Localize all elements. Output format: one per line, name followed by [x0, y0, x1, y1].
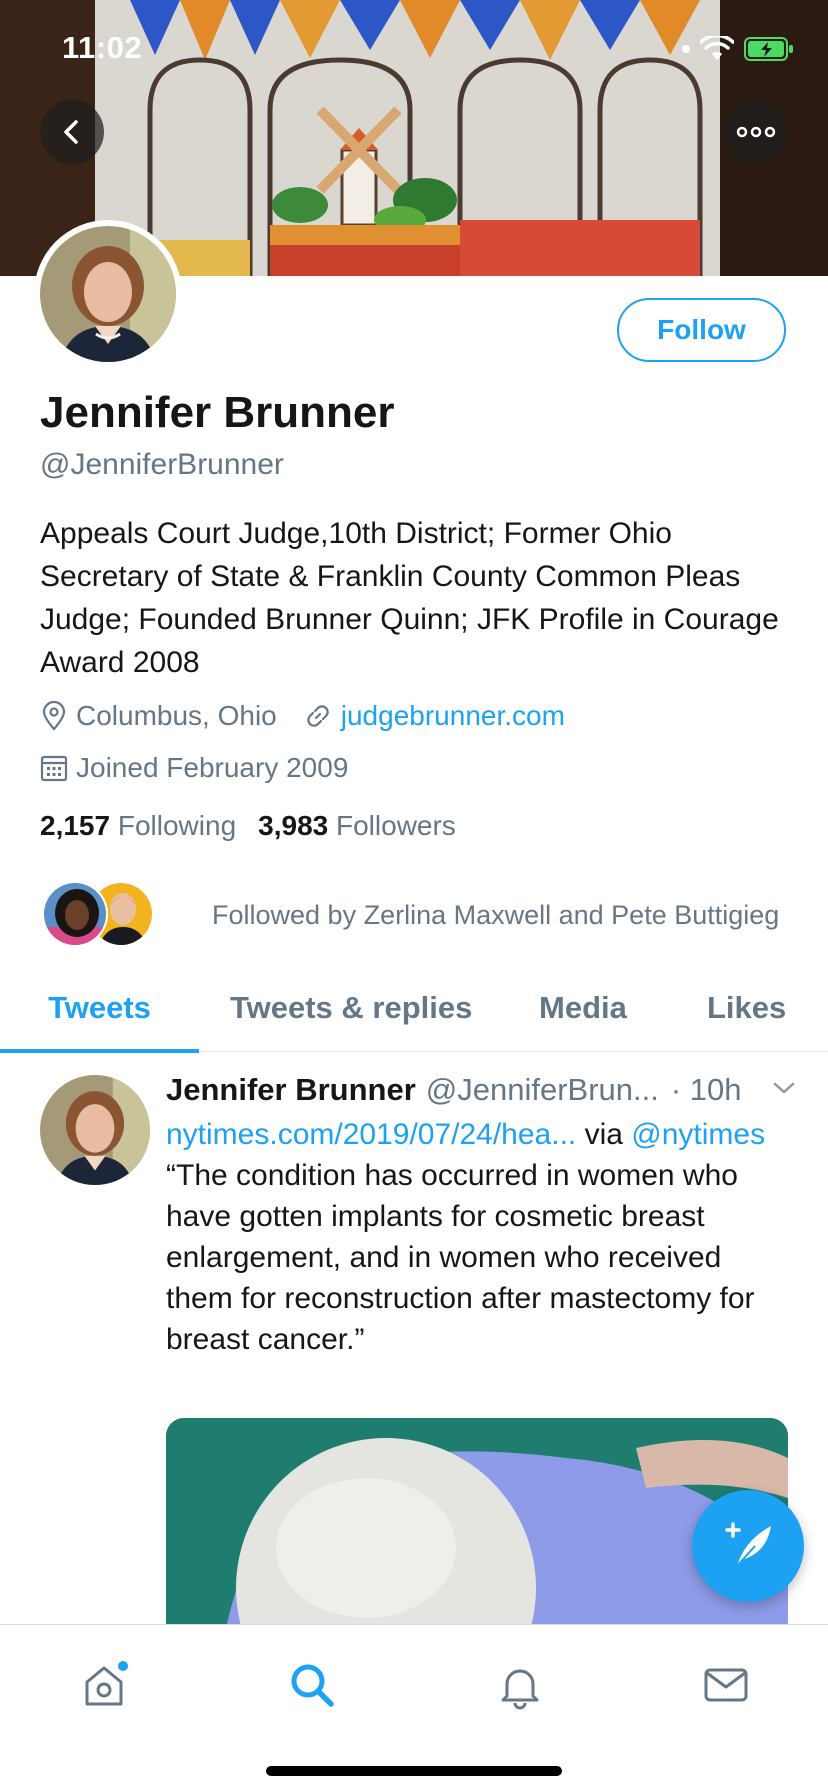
tweet-author-name[interactable]: Jennifer Brunner	[166, 1072, 416, 1108]
implant-photo	[166, 1418, 788, 1628]
status-icons	[682, 34, 794, 64]
profile-joined-date: Joined February 2009	[76, 752, 349, 783]
follow-button[interactable]: Follow	[617, 298, 786, 362]
search-icon	[291, 1664, 334, 1707]
profile-meta-row: Columbus, Ohio judgebrunner.com	[40, 700, 565, 732]
tab-label: Tweets & replies	[230, 990, 473, 1025]
following-label: Following	[117, 810, 237, 841]
tweet-link[interactable]: nytimes.com/2019/07/24/hea...	[166, 1118, 576, 1151]
profile-name: Jennifer Brunner	[40, 388, 395, 437]
profile-joined-row: Joined February 2009	[40, 752, 348, 784]
nav-search[interactable]	[282, 1655, 342, 1715]
tweet-header: Jennifer Brunner @JenniferBrun... · 10h	[166, 1070, 796, 1110]
tweet-via: via	[576, 1118, 623, 1151]
home-icon	[85, 1661, 128, 1706]
compose-tweet-button[interactable]	[692, 1490, 804, 1602]
tweet-body: nytimes.com/2019/07/24/hea... via @nytim…	[166, 1114, 796, 1360]
profile-tabs: Tweets Tweets & replies Media Likes	[0, 964, 828, 1053]
tab-media[interactable]: Media	[539, 964, 627, 1052]
bell-icon	[501, 1669, 539, 1710]
following-stat[interactable]: 2,157 Following	[40, 810, 236, 842]
status-time: 11:02	[62, 30, 143, 65]
mail-icon	[704, 1668, 748, 1702]
tweet-text: “The condition has occurred in women who…	[166, 1159, 755, 1356]
more-horizontal-icon	[736, 126, 776, 138]
tab-label: Likes	[707, 990, 787, 1025]
active-tab-indicator	[0, 1049, 199, 1053]
signal-dot-icon	[682, 45, 690, 53]
followed-by-text: Followed by Zerlina Maxwell and Pete But…	[212, 899, 780, 930]
profile-bio: Appeals Court Judge,10th District; Forme…	[40, 517, 779, 679]
wifi-icon	[700, 36, 734, 60]
followers-stat[interactable]: 3,983 Followers	[258, 810, 456, 842]
profile-photo	[40, 226, 176, 362]
location-pin-icon	[40, 701, 68, 731]
more-options-button[interactable]	[724, 100, 788, 164]
nav-notifications[interactable]	[490, 1655, 550, 1715]
tab-likes[interactable]: Likes	[707, 964, 786, 1052]
back-button[interactable]	[40, 100, 104, 164]
chevron-down-icon	[773, 1082, 795, 1094]
tab-tweets-replies[interactable]: Tweets & replies	[230, 964, 472, 1052]
home-indicator	[266, 1766, 562, 1776]
link-icon	[303, 701, 333, 731]
tweet-options-button[interactable]	[772, 1080, 796, 1101]
tweet-author-avatar[interactable]	[40, 1075, 150, 1185]
follower-avatar	[42, 881, 108, 947]
followed-by-avatars	[42, 881, 160, 949]
tweet-mention[interactable]: @nytimes	[631, 1118, 765, 1151]
bottom-navigation	[0, 1624, 828, 1792]
battery-icon	[744, 37, 793, 61]
tweet-author-handle[interactable]: @JenniferBrun...	[426, 1072, 659, 1108]
followed-by-row[interactable]: Followed by Zerlina Maxwell and Pete But…	[42, 880, 779, 950]
chevron-left-icon	[64, 120, 78, 144]
tweet-timestamp: · 10h	[670, 1072, 742, 1107]
profile-stats: 2,157 Following 3,983 Followers	[40, 810, 456, 842]
followers-label: Followers	[336, 810, 456, 841]
tab-label: Media	[539, 990, 627, 1025]
following-count: 2,157	[40, 810, 111, 841]
profile-handle: @JenniferBrunner	[40, 448, 284, 481]
followers-count: 3,983	[258, 810, 329, 841]
tab-tweets[interactable]: Tweets	[0, 964, 199, 1053]
profile-location: Columbus, Ohio	[76, 700, 277, 731]
nav-home[interactable]	[74, 1655, 134, 1715]
compose-tweet-icon	[725, 1522, 771, 1567]
profile-avatar[interactable]	[34, 220, 182, 368]
nav-messages[interactable]	[696, 1655, 756, 1715]
calendar-icon	[40, 754, 68, 782]
profile-website-link[interactable]: judgebrunner.com	[341, 700, 565, 732]
tab-label: Tweets	[48, 990, 151, 1025]
tweet-media-image[interactable]	[166, 1418, 788, 1628]
